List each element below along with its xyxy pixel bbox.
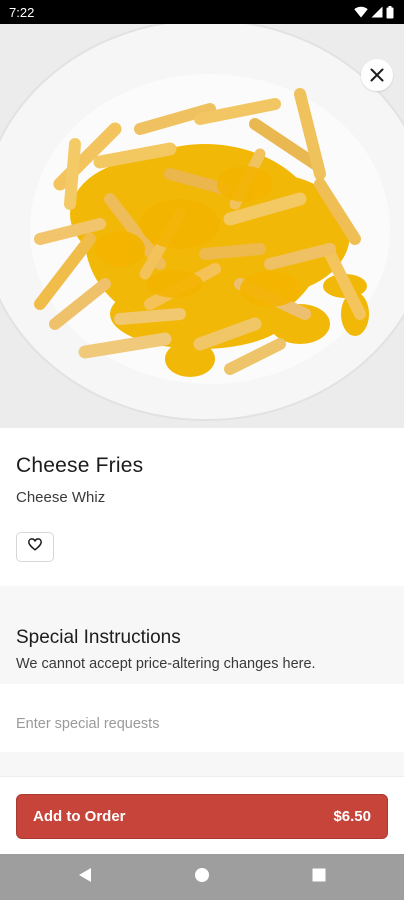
add-to-order-label: Add to Order [33,808,126,825]
item-description: Cheese Whiz [16,489,106,506]
item-title: Cheese Fries [16,454,144,477]
cheese-fries-image [0,24,404,428]
signal-icon [371,6,383,18]
wifi-icon [354,6,368,18]
special-instructions-section: Special Instructions We cannot accept pr… [0,586,404,684]
item-info: Cheese Fries Cheese Whiz [0,428,404,586]
item-detail-screen: 7:22 Cheese Fries Cheese Whiz Special In… [0,0,404,900]
order-price: $6.50 [333,808,371,825]
special-instructions-note: We cannot accept price-altering changes … [16,656,316,672]
special-requests-input[interactable] [0,684,404,752]
order-bar: Add to Order $6.50 [0,776,404,854]
section-divider [0,752,404,776]
heart-outline-icon [28,538,42,556]
recents-icon [312,868,326,887]
favorite-button[interactable] [16,532,54,562]
close-icon [370,68,384,82]
home-icon [194,867,210,888]
item-photo [0,24,404,428]
system-nav-bar [0,854,404,900]
back-icon [78,867,92,888]
close-button[interactable] [361,59,393,91]
add-to-order-button[interactable]: Add to Order $6.50 [16,794,388,839]
back-button[interactable] [76,867,94,888]
battery-icon [386,5,394,19]
status-time: 7:22 [9,4,35,20]
status-icons [354,5,394,19]
home-button[interactable] [193,867,211,888]
status-bar: 7:22 [0,0,404,24]
special-instructions-title: Special Instructions [16,627,181,648]
recents-button[interactable] [310,868,328,886]
